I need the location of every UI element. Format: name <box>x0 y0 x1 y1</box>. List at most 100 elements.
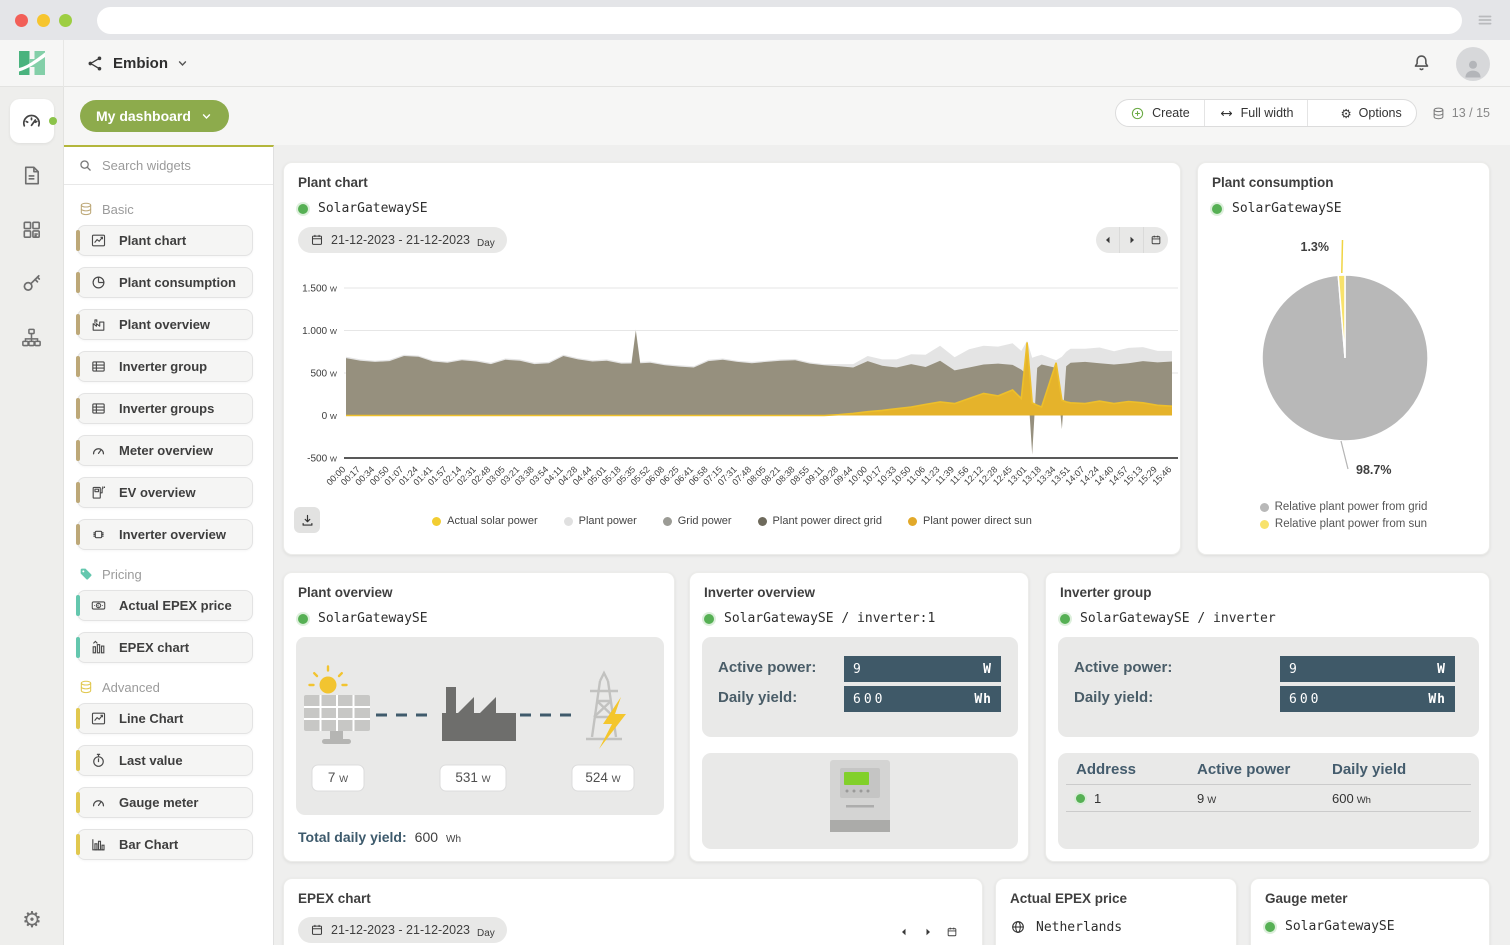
globe-icon <box>1010 919 1026 935</box>
calendar-button[interactable] <box>940 919 964 945</box>
user-avatar[interactable] <box>1456 47 1490 81</box>
table-row[interactable]: 1 9W 600Wh <box>1076 791 1471 806</box>
prev-period-button[interactable] <box>892 919 916 945</box>
widget-item-label: Inverter group <box>119 359 207 374</box>
browser-url-bar[interactable] <box>97 7 1462 34</box>
db-icon <box>78 679 94 695</box>
widget-plant-chart: Plant chart SolarGatewaySE 21-12-2023 - … <box>283 162 1181 555</box>
active-power-value-box: 9 W <box>844 656 1001 682</box>
options-button[interactable]: ⚙ Options <box>1308 100 1415 126</box>
accent-bar <box>76 708 80 729</box>
rail-item-hierarchy[interactable] <box>10 315 54 359</box>
prev-period-button[interactable] <box>1096 227 1120 253</box>
browser-menu-icon[interactable] <box>1474 9 1496 31</box>
create-button[interactable]: Create <box>1116 100 1205 126</box>
device-name: SolarGatewaySE <box>318 201 428 216</box>
legend-item-actual-solar-power[interactable]: Actual solar power <box>432 515 538 527</box>
widget-item-ev-overview[interactable]: EV overview <box>77 477 253 508</box>
row-status-dot <box>1076 794 1085 803</box>
widget-plant-consumption: Plant consumption SolarGatewaySE 1.3% 98… <box>1197 162 1490 555</box>
widget-item-plant-chart[interactable]: Plant chart <box>77 225 253 256</box>
rail-item-settings[interactable]: ⚙ <box>0 909 64 931</box>
widget-library-panel: BasicPlant chartPlant consumptionPlant o… <box>64 145 274 945</box>
widget-item-label: Gauge meter <box>119 795 198 810</box>
widget-item-last-value[interactable]: Last value <box>77 745 253 776</box>
device-name: SolarGatewaySE <box>318 611 428 626</box>
legend-item-grid-power[interactable]: Grid power <box>663 515 732 527</box>
search-input[interactable] <box>102 158 252 173</box>
legend-item-relative-plant-power-from-sun[interactable]: Relative plant power from sun <box>1260 518 1427 530</box>
legend-dot <box>908 517 917 526</box>
cell-power: 9 <box>1197 791 1204 806</box>
widget-item-label: Bar Chart <box>119 837 178 852</box>
date-range-picker[interactable]: 21-12-2023 - 21-12-2023 Day <box>298 227 507 253</box>
widget-item-epex-chart[interactable]: EPEX chart <box>77 632 253 663</box>
accent-bar <box>76 440 80 461</box>
widget-item-actual-epex-price[interactable]: Actual EPEX price <box>77 590 253 621</box>
daily-yield-label: Daily yield: <box>718 689 797 706</box>
svg-text:0 W: 0 W <box>322 411 338 422</box>
dashboard-selector-label: My dashboard <box>96 108 191 124</box>
notifications-bell-icon[interactable] <box>1411 53 1432 74</box>
legend-item-plant-power-direct-grid[interactable]: Plant power direct grid <box>758 515 882 527</box>
widget-item-inverter-overview[interactable]: Inverter overview <box>77 519 253 550</box>
widget-item-label: Actual EPEX price <box>119 598 232 613</box>
chip-icon <box>90 526 107 543</box>
calendar-button[interactable] <box>1144 227 1168 253</box>
header-address: Address <box>1076 761 1197 778</box>
legend-dot <box>758 517 767 526</box>
dashboard-selector-button[interactable]: My dashboard <box>80 100 229 132</box>
legend-item-plant-power[interactable]: Plant power <box>564 515 637 527</box>
rail-item-access-keys[interactable] <box>10 261 54 305</box>
search-icon <box>78 158 93 173</box>
traffic-light-close[interactable] <box>15 14 28 27</box>
widget-item-label: Plant overview <box>119 317 210 332</box>
widget-item-inverter-groups[interactable]: Inverter groups <box>77 393 253 424</box>
accent-bar <box>76 230 80 251</box>
full-width-button[interactable]: Full width <box>1205 100 1309 126</box>
date-range-picker[interactable]: 21-12-2023 - 21-12-2023 Day <box>298 917 507 943</box>
daily-yield-unit: Wh <box>1428 692 1446 707</box>
consumption-pie-svg: 1.3% 98.7% <box>1198 227 1491 487</box>
invoice-icon <box>20 164 43 187</box>
widget-item-meter-overview[interactable]: Meter overview <box>77 435 253 466</box>
rail-item-invoices[interactable] <box>10 153 54 197</box>
next-period-button[interactable] <box>1120 227 1144 253</box>
app-logo[interactable] <box>0 40 64 87</box>
daily-yield-value: 600 <box>1289 692 1321 707</box>
chart-nav <box>892 919 964 945</box>
barchart-icon <box>90 639 107 656</box>
widget-item-gauge-meter[interactable]: Gauge meter <box>77 787 253 818</box>
energy-flow-panel: 7 W 531 W 524 W <box>296 637 664 815</box>
widget-library: BasicPlant chartPlant consumptionPlant o… <box>64 201 273 860</box>
date-range-label: 21-12-2023 - 21-12-2023 <box>331 233 470 247</box>
calendar-icon <box>1150 234 1162 246</box>
widget-item-inverter-group[interactable]: Inverter group <box>77 351 253 382</box>
caret-right-icon <box>1126 234 1138 246</box>
widget-plant-overview: Plant overview SolarGatewaySE <box>283 572 675 862</box>
rail-item-dashboards[interactable] <box>10 99 54 143</box>
widget-item-bar-chart[interactable]: Bar Chart <box>77 829 253 860</box>
widget-gauge-meter: Gauge meter SolarGatewaySE <box>1250 878 1490 945</box>
org-switcher[interactable]: Embion <box>86 54 189 73</box>
legend-item-relative-plant-power-from-grid[interactable]: Relative plant power from grid <box>1260 501 1428 513</box>
next-period-button[interactable] <box>916 919 940 945</box>
dashboard-icon <box>20 110 43 133</box>
plus-circle-icon <box>1130 106 1145 121</box>
legend-item-plant-power-direct-sun[interactable]: Plant power direct sun <box>908 515 1032 527</box>
widget-item-plant-consumption[interactable]: Plant consumption <box>77 267 253 298</box>
widget-count: 13 / 15 <box>1431 106 1490 121</box>
active-power-label: Active power: <box>718 659 816 676</box>
rail-item-widgets[interactable] <box>10 207 54 251</box>
traffic-light-minimize[interactable] <box>37 14 50 27</box>
widget-count-label: 13 / 15 <box>1452 106 1490 120</box>
granularity-label: Day <box>477 928 495 939</box>
status-dot <box>1212 204 1222 214</box>
widget-item-plant-overview[interactable]: Plant overview <box>77 309 253 340</box>
widget-item-line-chart[interactable]: Line Chart <box>77 703 253 734</box>
piechart-icon <box>90 274 107 291</box>
dashboard-toolbar: My dashboard Create Full width ⚙ Option <box>64 87 1510 145</box>
widget-item-label: EV overview <box>119 485 196 500</box>
traffic-light-maximize[interactable] <box>59 14 72 27</box>
legend-dot <box>564 517 573 526</box>
